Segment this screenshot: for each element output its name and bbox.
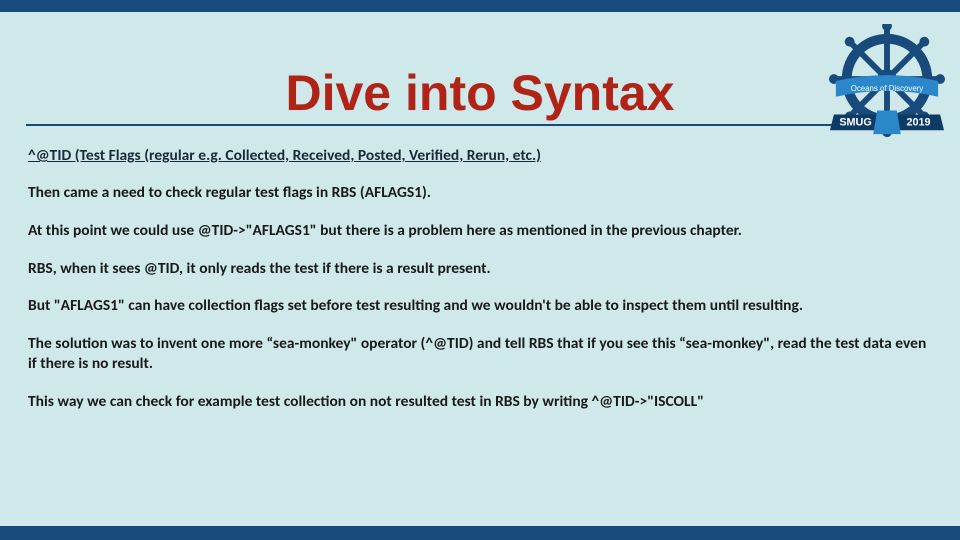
body-paragraph: But "AFLAGS1" can have collection flags … [28,296,932,316]
body-paragraph: RBS, when it sees @TID, it only reads th… [28,259,932,279]
bottom-bar [0,526,960,540]
slide-title: Dive into Syntax [0,12,960,122]
logo-banner-right-text: 2019 [906,116,930,128]
logo-banner-top-text: Oceans of Discovery [851,84,924,93]
title-underline [26,124,934,126]
body-paragraph: Then came a need to check regular test f… [28,183,932,203]
ship-wheel-logo-icon: Oceans of Discovery SMUG 2019 [828,24,946,142]
slide-body: ^@TID (Test Flags (regular e.g. Collecte… [0,140,960,412]
body-paragraph: At this point we could use @TID->"AFLAGS… [28,221,932,241]
section-subheading: ^@TID (Test Flags (regular e.g. Collecte… [28,146,932,165]
top-bar [0,0,960,12]
body-paragraph: This way we can check for example test c… [28,392,932,412]
logo-banner-left-text: SMUG [839,116,871,128]
body-paragraph: The solution was to invent one more “sea… [28,334,932,374]
slide-header: Dive into Syntax Oceans of Discovery [0,12,960,140]
